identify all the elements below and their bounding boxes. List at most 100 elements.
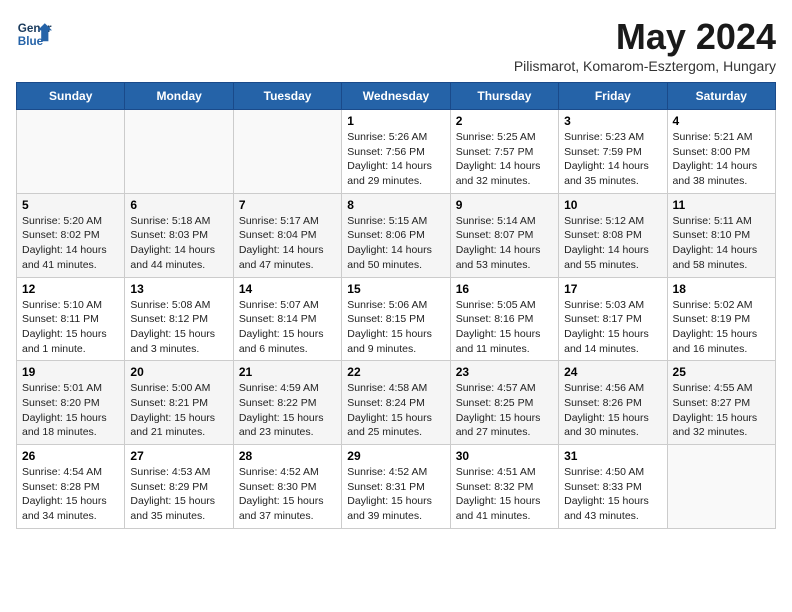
day-cell: 27Sunrise: 4:53 AM Sunset: 8:29 PM Dayli…	[125, 445, 233, 529]
day-number: 13	[130, 282, 227, 296]
day-cell: 4 Sunrise: 5:21 AM Sunset: 8:00 PM Daylig…	[667, 110, 775, 194]
day-info: Sunrise: 4:52 AM Sunset: 8:31 PM Dayligh…	[347, 465, 444, 524]
day-number: 5	[22, 198, 119, 212]
day-number: 27	[130, 449, 227, 463]
day-number: 8	[347, 198, 444, 212]
day-number: 9	[456, 198, 553, 212]
day-info: Sunrise: 5:21 AM Sunset: 8:00 PM Dayligh…	[673, 130, 770, 189]
weekday-sunday: Sunday	[17, 83, 125, 110]
month-title: May 2024	[514, 16, 776, 58]
day-cell: 1 Sunrise: 5:26 AM Sunset: 7:56 PM Daylig…	[342, 110, 450, 194]
day-cell	[125, 110, 233, 194]
weekday-monday: Monday	[125, 83, 233, 110]
logo-icon: General Blue	[16, 16, 52, 52]
day-number: 3	[564, 114, 661, 128]
svg-text:Blue: Blue	[18, 35, 44, 48]
day-cell: 17Sunrise: 5:03 AM Sunset: 8:17 PM Dayli…	[559, 277, 667, 361]
day-number: 11	[673, 198, 770, 212]
day-info: Sunrise: 5:06 AM Sunset: 8:15 PM Dayligh…	[347, 298, 444, 357]
day-info: Sunrise: 5:26 AM Sunset: 7:56 PM Dayligh…	[347, 130, 444, 189]
day-info: Sunrise: 5:17 AM Sunset: 8:04 PM Dayligh…	[239, 214, 336, 273]
day-info: Sunrise: 5:12 AM Sunset: 8:08 PM Dayligh…	[564, 214, 661, 273]
day-number: 29	[347, 449, 444, 463]
day-cell: 14 Sunrise: 5:07 AM Sunset: 8:14 PM Dayli…	[233, 277, 341, 361]
title-block: May 2024 Pilismarot, Komarom-Esztergom, …	[514, 16, 776, 74]
day-number: 20	[130, 365, 227, 379]
day-info: Sunrise: 5:01 AM Sunset: 8:20 PM Dayligh…	[22, 381, 119, 440]
day-cell: 26 Sunrise: 4:54 AM Sunset: 8:28 PM Dayli…	[17, 445, 125, 529]
day-number: 24	[564, 365, 661, 379]
weekday-saturday: Saturday	[667, 83, 775, 110]
day-number: 17	[564, 282, 661, 296]
day-cell: 13 Sunrise: 5:08 AM Sunset: 8:12 PM Dayli…	[125, 277, 233, 361]
day-cell: 9Sunrise: 5:14 AM Sunset: 8:07 PM Daylig…	[450, 193, 558, 277]
day-cell: 29 Sunrise: 4:52 AM Sunset: 8:31 PM Dayli…	[342, 445, 450, 529]
day-info: Sunrise: 4:58 AM Sunset: 8:24 PM Dayligh…	[347, 381, 444, 440]
day-cell: 7 Sunrise: 5:17 AM Sunset: 8:04 PM Daylig…	[233, 193, 341, 277]
day-number: 4	[673, 114, 770, 128]
day-cell: 21 Sunrise: 4:59 AM Sunset: 8:22 PM Dayli…	[233, 361, 341, 445]
day-number: 26	[22, 449, 119, 463]
day-info: Sunrise: 5:07 AM Sunset: 8:14 PM Dayligh…	[239, 298, 336, 357]
day-cell: 6Sunrise: 5:18 AM Sunset: 8:03 PM Daylig…	[125, 193, 233, 277]
day-number: 1	[347, 114, 444, 128]
day-info: Sunrise: 4:55 AM Sunset: 8:27 PM Dayligh…	[673, 381, 770, 440]
week-row-2: 5 Sunrise: 5:20 AM Sunset: 8:02 PM Daylig…	[17, 193, 776, 277]
day-number: 31	[564, 449, 661, 463]
day-info: Sunrise: 5:02 AM Sunset: 8:19 PM Dayligh…	[673, 298, 770, 357]
day-number: 23	[456, 365, 553, 379]
day-info: Sunrise: 5:11 AM Sunset: 8:10 PM Dayligh…	[673, 214, 770, 273]
day-cell: 11 Sunrise: 5:11 AM Sunset: 8:10 PM Dayli…	[667, 193, 775, 277]
day-number: 12	[22, 282, 119, 296]
day-number: 22	[347, 365, 444, 379]
day-info: Sunrise: 4:54 AM Sunset: 8:28 PM Dayligh…	[22, 465, 119, 524]
day-cell: 18 Sunrise: 5:02 AM Sunset: 8:19 PM Dayli…	[667, 277, 775, 361]
weekday-thursday: Thursday	[450, 83, 558, 110]
calendar-body: 1 Sunrise: 5:26 AM Sunset: 7:56 PM Daylig…	[17, 110, 776, 529]
location-subtitle: Pilismarot, Komarom-Esztergom, Hungary	[514, 58, 776, 74]
day-cell: 2 Sunrise: 5:25 AM Sunset: 7:57 PM Daylig…	[450, 110, 558, 194]
day-cell: 23 Sunrise: 4:57 AM Sunset: 8:25 PM Dayli…	[450, 361, 558, 445]
week-row-3: 12Sunrise: 5:10 AM Sunset: 8:11 PM Dayli…	[17, 277, 776, 361]
weekday-tuesday: Tuesday	[233, 83, 341, 110]
day-info: Sunrise: 5:18 AM Sunset: 8:03 PM Dayligh…	[130, 214, 227, 273]
day-info: Sunrise: 5:15 AM Sunset: 8:06 PM Dayligh…	[347, 214, 444, 273]
day-cell: 8 Sunrise: 5:15 AM Sunset: 8:06 PM Daylig…	[342, 193, 450, 277]
weekday-friday: Friday	[559, 83, 667, 110]
page-header: General Blue May 2024 Pilismarot, Komaro…	[16, 16, 776, 74]
day-info: Sunrise: 5:08 AM Sunset: 8:12 PM Dayligh…	[130, 298, 227, 357]
day-cell: 5 Sunrise: 5:20 AM Sunset: 8:02 PM Daylig…	[17, 193, 125, 277]
weekday-wednesday: Wednesday	[342, 83, 450, 110]
day-info: Sunrise: 5:23 AM Sunset: 7:59 PM Dayligh…	[564, 130, 661, 189]
day-number: 7	[239, 198, 336, 212]
day-cell	[667, 445, 775, 529]
day-info: Sunrise: 4:59 AM Sunset: 8:22 PM Dayligh…	[239, 381, 336, 440]
day-cell: 16Sunrise: 5:05 AM Sunset: 8:16 PM Dayli…	[450, 277, 558, 361]
day-cell: 10 Sunrise: 5:12 AM Sunset: 8:08 PM Dayli…	[559, 193, 667, 277]
day-cell: 28Sunrise: 4:52 AM Sunset: 8:30 PM Dayli…	[233, 445, 341, 529]
day-number: 21	[239, 365, 336, 379]
day-number: 25	[673, 365, 770, 379]
day-info: Sunrise: 4:50 AM Sunset: 8:33 PM Dayligh…	[564, 465, 661, 524]
day-info: Sunrise: 5:25 AM Sunset: 7:57 PM Dayligh…	[456, 130, 553, 189]
day-info: Sunrise: 4:52 AM Sunset: 8:30 PM Dayligh…	[239, 465, 336, 524]
day-number: 19	[22, 365, 119, 379]
day-info: Sunrise: 4:56 AM Sunset: 8:26 PM Dayligh…	[564, 381, 661, 440]
week-row-1: 1 Sunrise: 5:26 AM Sunset: 7:56 PM Daylig…	[17, 110, 776, 194]
day-cell: 22 Sunrise: 4:58 AM Sunset: 8:24 PM Dayli…	[342, 361, 450, 445]
day-number: 10	[564, 198, 661, 212]
day-number: 16	[456, 282, 553, 296]
weekday-header-row: SundayMondayTuesdayWednesdayThursdayFrid…	[17, 83, 776, 110]
day-cell: 12Sunrise: 5:10 AM Sunset: 8:11 PM Dayli…	[17, 277, 125, 361]
calendar-table: SundayMondayTuesdayWednesdayThursdayFrid…	[16, 82, 776, 529]
day-cell: 15 Sunrise: 5:06 AM Sunset: 8:15 PM Dayli…	[342, 277, 450, 361]
day-info: Sunrise: 4:57 AM Sunset: 8:25 PM Dayligh…	[456, 381, 553, 440]
day-number: 14	[239, 282, 336, 296]
day-info: Sunrise: 5:20 AM Sunset: 8:02 PM Dayligh…	[22, 214, 119, 273]
day-number: 2	[456, 114, 553, 128]
day-number: 18	[673, 282, 770, 296]
day-cell	[233, 110, 341, 194]
day-cell: 31 Sunrise: 4:50 AM Sunset: 8:33 PM Dayli…	[559, 445, 667, 529]
day-number: 15	[347, 282, 444, 296]
day-cell: 20Sunrise: 5:00 AM Sunset: 8:21 PM Dayli…	[125, 361, 233, 445]
